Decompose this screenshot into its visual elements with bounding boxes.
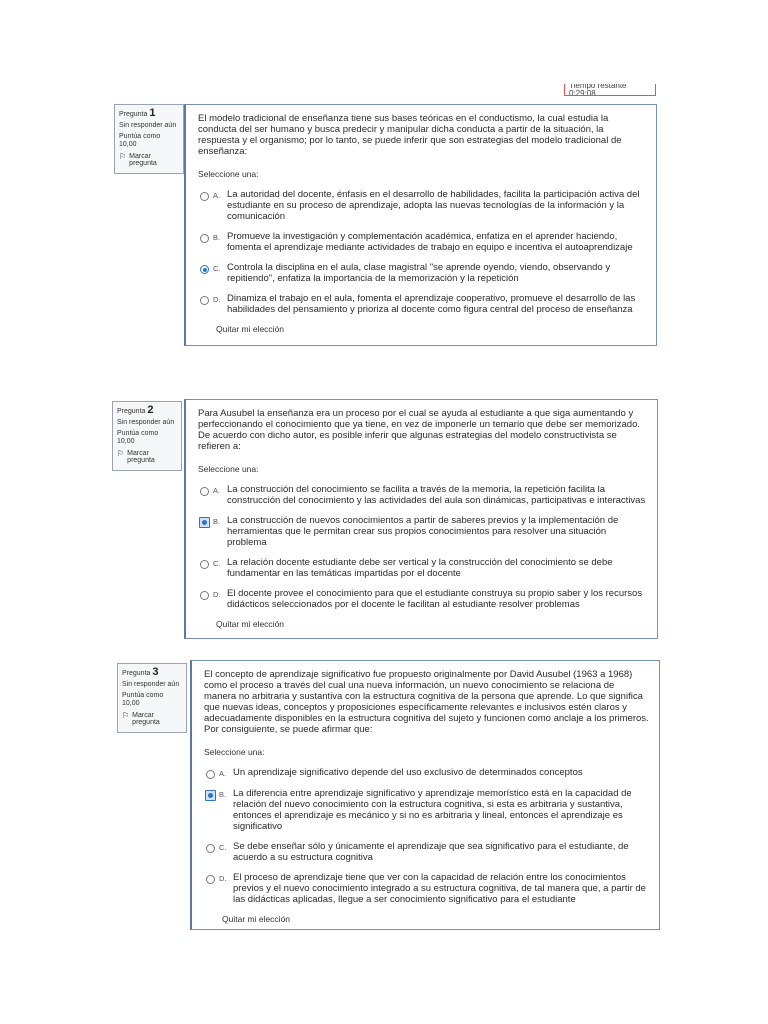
question-score: Puntúa como 10,00 <box>117 430 159 445</box>
question-status: Sin responder aún <box>119 122 177 129</box>
answer-option-c[interactable]: C. Controla la disciplina en el aula, cla… <box>198 262 646 284</box>
clear-choice-link[interactable]: Quitar mi elección <box>216 619 647 630</box>
time-remaining-text: Tiempo restante 0:29:08 <box>569 84 627 96</box>
clear-choice-link[interactable]: Quitar mi elección <box>216 324 646 335</box>
flag-icon: ⚐ <box>119 152 127 161</box>
answer-option-a[interactable]: A. La construcción del conocimiento se fa… <box>198 484 647 506</box>
option-letter: B. <box>219 790 227 799</box>
question-card-3: El concepto de aprendizaje significativo… <box>190 660 660 930</box>
question-score: Puntúa como 10,00 <box>119 133 161 148</box>
radio-button[interactable] <box>200 591 209 600</box>
answer-option-a[interactable]: A. Un aprendizaje significativo depende d… <box>204 767 649 779</box>
question-number-value: 2 <box>147 404 154 416</box>
option-text: El proceso de aprendizaje tiene que ver … <box>233 872 646 905</box>
flag-question-label: Marcar pregunta <box>127 450 155 464</box>
question-text: El modelo tradicional de enseñanza tiene… <box>198 113 622 157</box>
option-letter: A. <box>219 769 227 778</box>
time-remaining: Tiempo restante 0:29:08 <box>564 84 656 96</box>
flag-question-label: Marcar pregunta <box>129 153 157 167</box>
radio-button[interactable] <box>206 844 215 853</box>
option-letter: B. <box>213 517 221 526</box>
option-text: Dinamiza el trabajo en el aula, fomenta … <box>227 293 636 315</box>
question-text: Para Ausubel la enseñanza era un proceso… <box>198 408 641 452</box>
radio-button-selected[interactable] <box>205 790 216 801</box>
radio-button-selected[interactable] <box>199 517 210 528</box>
option-text: Se debe enseñar sólo y únicamente el apr… <box>233 841 629 863</box>
question-label: Pregunta <box>119 111 148 118</box>
radio-button[interactable] <box>200 192 209 201</box>
question-label: Pregunta <box>122 670 151 677</box>
radio-button[interactable] <box>200 296 209 305</box>
radio-button[interactable] <box>206 875 215 884</box>
flag-icon: ⚐ <box>117 449 125 458</box>
select-one-prompt: Seleccione una: <box>198 169 259 179</box>
option-text: La construcción de nuevos conocimientos … <box>227 515 619 548</box>
question-label: Pregunta <box>117 408 146 415</box>
question-number-value: 1 <box>149 107 156 119</box>
clear-choice-link[interactable]: Quitar mi elección <box>222 914 649 925</box>
option-letter: D. <box>213 590 221 599</box>
answer-option-b[interactable]: B. Promueve la investigación y complement… <box>198 231 646 253</box>
select-one-prompt: Seleccione una: <box>204 747 265 757</box>
question-number: Pregunta 1 <box>119 107 179 119</box>
answer-option-a[interactable]: A. La autoridad del docente, énfasis en e… <box>198 189 646 222</box>
answer-option-c[interactable]: C. Se debe enseñar sólo y únicamente el a… <box>204 841 649 863</box>
question-number-value: 3 <box>152 666 159 678</box>
option-text: La relación docente estudiante debe ser … <box>227 557 613 579</box>
question-number: Pregunta 2 <box>117 404 177 416</box>
answer-option-b[interactable]: B. La construcción de nuevos conocimiento… <box>198 515 647 548</box>
radio-button[interactable] <box>200 234 209 243</box>
option-text: Promueve la investigación y complementac… <box>227 231 633 253</box>
option-letter: D. <box>219 874 227 883</box>
radio-button[interactable] <box>206 770 215 779</box>
question-card-1: El modelo tradicional de enseñanza tiene… <box>184 104 657 346</box>
answer-option-d[interactable]: D. El docente provee el conocimiento para… <box>198 588 647 610</box>
question-number: Pregunta 3 <box>122 666 182 678</box>
question-status: Sin responder aún <box>117 419 175 426</box>
option-letter: D. <box>213 295 221 304</box>
radio-button[interactable] <box>200 560 209 569</box>
question-status: Sin responder aún <box>122 681 180 688</box>
radio-button[interactable] <box>200 487 209 496</box>
answer-option-d[interactable]: D. El proceso de aprendizaje tiene que ve… <box>204 872 649 905</box>
select-one-prompt: Seleccione una: <box>198 464 259 474</box>
answer-option-c[interactable]: C. La relación docente estudiante debe se… <box>198 557 647 579</box>
flag-question-button[interactable]: ⚐ Marcar pregunta <box>122 711 182 727</box>
flag-question-button[interactable]: ⚐ Marcar pregunta <box>117 449 177 465</box>
option-letter: A. <box>213 486 221 495</box>
option-text: Controla la disciplina en el aula, clase… <box>227 262 611 284</box>
flag-question-button[interactable]: ⚐ Marcar pregunta <box>119 152 179 168</box>
question-text: El concepto de aprendizaje significativo… <box>204 669 649 735</box>
question-info-2: Pregunta 2 Sin responder aún Puntúa como… <box>112 401 182 471</box>
radio-button-selected[interactable] <box>200 265 209 274</box>
option-text: La construcción del conocimiento se faci… <box>227 484 646 506</box>
flag-icon: ⚐ <box>122 711 130 720</box>
option-text: El docente provee el conocimiento para q… <box>227 588 643 610</box>
option-letter: A. <box>213 191 221 200</box>
option-text: La diferencia entre aprendizaje signific… <box>233 788 632 832</box>
option-letter: B. <box>213 233 221 242</box>
question-info-1: Pregunta 1 Sin responder aún Puntúa como… <box>114 104 184 174</box>
question-score: Puntúa como 10,00 <box>122 692 164 707</box>
option-letter: C. <box>213 264 221 273</box>
answer-option-d[interactable]: D. Dinamiza el trabajo en el aula, foment… <box>198 293 646 315</box>
question-info-3: Pregunta 3 Sin responder aún Puntúa como… <box>117 663 187 733</box>
option-text: Un aprendizaje significativo depende del… <box>233 767 583 778</box>
answer-option-b[interactable]: B. La diferencia entre aprendizaje signif… <box>204 788 649 832</box>
flag-question-label: Marcar pregunta <box>132 712 160 726</box>
question-card-2: Para Ausubel la enseñanza era un proceso… <box>184 399 658 639</box>
option-letter: C. <box>219 843 227 852</box>
option-text: La autoridad del docente, énfasis en el … <box>227 189 640 222</box>
option-letter: C. <box>213 559 221 568</box>
